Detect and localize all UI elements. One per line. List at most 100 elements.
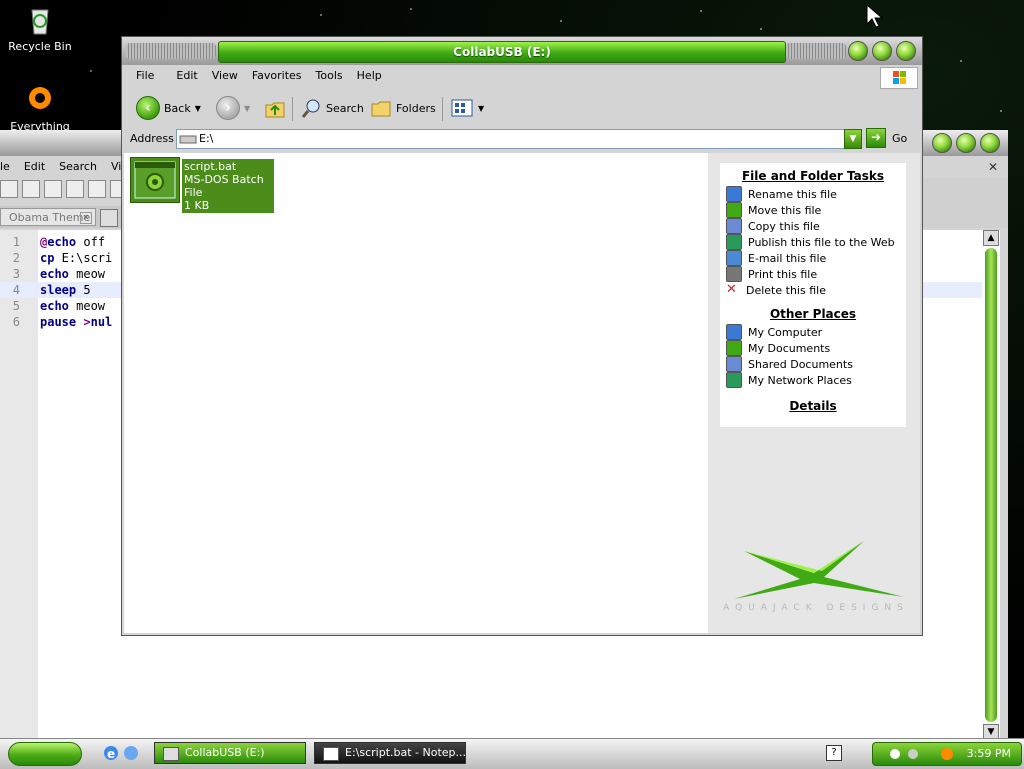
email-icon [726,250,742,266]
menu-favorites[interactable]: Favorites [252,67,302,87]
menu-help[interactable]: Help [357,67,382,87]
tray-icons[interactable] [887,745,957,763]
save-icon[interactable] [44,180,62,198]
address-input[interactable]: E:\ [176,129,846,149]
line-number: 2 [12,251,20,265]
windows-media-icon[interactable] [122,744,140,762]
close-file-icon[interactable] [88,180,106,198]
svg-text:e: e [107,747,115,761]
details-header[interactable]: Details [720,399,906,413]
everything-desktop-icon[interactable]: Everything [0,84,80,133]
go-button[interactable]: ➜ Go [866,128,907,148]
menu-tools[interactable]: Tools [316,67,343,87]
task-link[interactable]: Move this file [720,202,906,218]
active-tab-save-icon[interactable] [100,209,118,227]
back-button[interactable]: ‹ Back ▼ [136,95,201,121]
network-places-icon [726,372,742,388]
code-token: cp [40,251,55,265]
taskbar-button[interactable]: E:\script.bat - Notep... [314,742,466,764]
task-link-label: Rename this file [748,187,837,201]
taskbar: e CollabUSB (E:) E:\script.bat - Notep...… [0,738,1024,769]
line-number: 1 [12,235,20,249]
menu-file[interactable]: le [0,158,10,176]
explorer-titlebar[interactable]: CollabUSB (E:) [122,37,922,65]
save-all-icon[interactable] [66,180,84,198]
mouse-cursor-icon [866,3,884,31]
task-link-label: Delete this file [746,283,826,297]
address-bar: Address E:\ ▼ ➜ Go [122,127,922,151]
right-grip [786,43,846,59]
taskbar-button[interactable]: CollabUSB (E:) [154,742,306,764]
code-text: pause >nul [40,314,112,330]
maximize-button[interactable] [956,133,976,153]
task-link[interactable]: E-mail this file [720,250,906,266]
menu-search[interactable]: Search [59,158,97,176]
explorer-menubar: File Edit View Favorites Tools Help [122,67,922,87]
code-text: @echo off [40,234,105,250]
everything-search-icon [24,84,56,116]
tab-close-icon[interactable]: ✕ [80,212,92,224]
task-link[interactable]: My Network Places [720,372,906,388]
menu-edit[interactable]: Edit [176,67,197,87]
file-folder-tasks-header[interactable]: File and Folder Tasks [720,169,906,183]
code-token: nul [90,315,113,329]
help-icon[interactable]: ? [826,745,842,761]
up-folder-button[interactable] [264,95,286,121]
explorer-window[interactable]: CollabUSB (E:) File Edit View Favorites … [122,37,922,635]
notepad-tabbar: Obama Theme ✕ [0,206,124,228]
forward-button[interactable]: › ▼ [216,95,250,121]
notepad-toolbar [0,178,130,200]
task-link-label: E-mail this file [748,251,827,265]
menu-edit[interactable]: Edit [24,158,45,176]
code-token: echo [40,299,69,313]
task-link[interactable]: Rename this file [720,186,906,202]
recycle-bin-desktop-icon[interactable]: Recycle Bin [0,4,80,53]
code-token: meow [68,267,106,281]
minimize-button[interactable] [848,41,868,61]
forward-dropdown-icon[interactable]: ▼ [244,104,250,113]
drive-icon [179,135,197,144]
task-link[interactable]: Print this file [720,266,906,282]
close-button[interactable] [896,41,916,61]
task-link-label: Print this file [748,267,818,281]
file-size: 1 KB [184,199,210,212]
notepad-right-toolbar [920,178,1008,228]
scrollbar-thumb[interactable] [985,248,997,722]
task-link[interactable]: Shared Documents [720,356,906,372]
start-button[interactable] [8,742,82,766]
new-file-icon[interactable] [0,180,18,198]
line-number: 3 [12,267,20,281]
scroll-up-button[interactable]: ▲ [983,230,999,246]
file-item-script-bat[interactable]: script.bat MS-DOS Batch File 1 KB [130,157,274,213]
views-button[interactable]: ▼ [450,95,484,121]
task-link[interactable]: Publish this file to the Web [720,234,906,250]
back-dropdown-icon[interactable]: ▼ [195,104,201,113]
address-dropdown-icon[interactable]: ▼ [844,129,862,149]
left-grip [126,43,216,59]
minimize-button[interactable] [932,133,952,153]
folders-button[interactable]: Folders [370,95,436,121]
close-button[interactable] [980,133,1000,153]
task-link[interactable]: Copy this file [720,218,906,234]
tab-obama-theme[interactable]: Obama Theme ✕ [0,208,96,226]
task-link[interactable]: ✕ Delete this file [720,282,906,298]
move-icon [726,202,742,218]
open-file-icon[interactable] [22,180,40,198]
code-token: meow [68,299,106,313]
task-link-label: Publish this file to the Web [748,235,895,249]
internet-explorer-icon[interactable]: e [102,744,120,762]
task-link[interactable]: My Computer [720,324,906,340]
up-folder-icon [265,102,285,118]
taskbar-button-label: CollabUSB (E:) [185,746,265,759]
search-button[interactable]: Search [300,95,364,121]
close-document-icon[interactable]: ✕ [988,160,998,174]
my-documents-icon [726,340,742,356]
menu-view[interactable]: View [212,67,238,87]
menu-file[interactable]: File [122,67,162,87]
other-places-header[interactable]: Other Places [720,307,906,321]
task-link[interactable]: My Documents [720,340,906,356]
system-tray: 3:59 PM [872,742,1022,766]
vertical-scrollbar[interactable]: ▲ ▼ [982,230,1000,740]
views-dropdown-icon[interactable]: ▼ [478,104,484,113]
maximize-button[interactable] [872,41,892,61]
